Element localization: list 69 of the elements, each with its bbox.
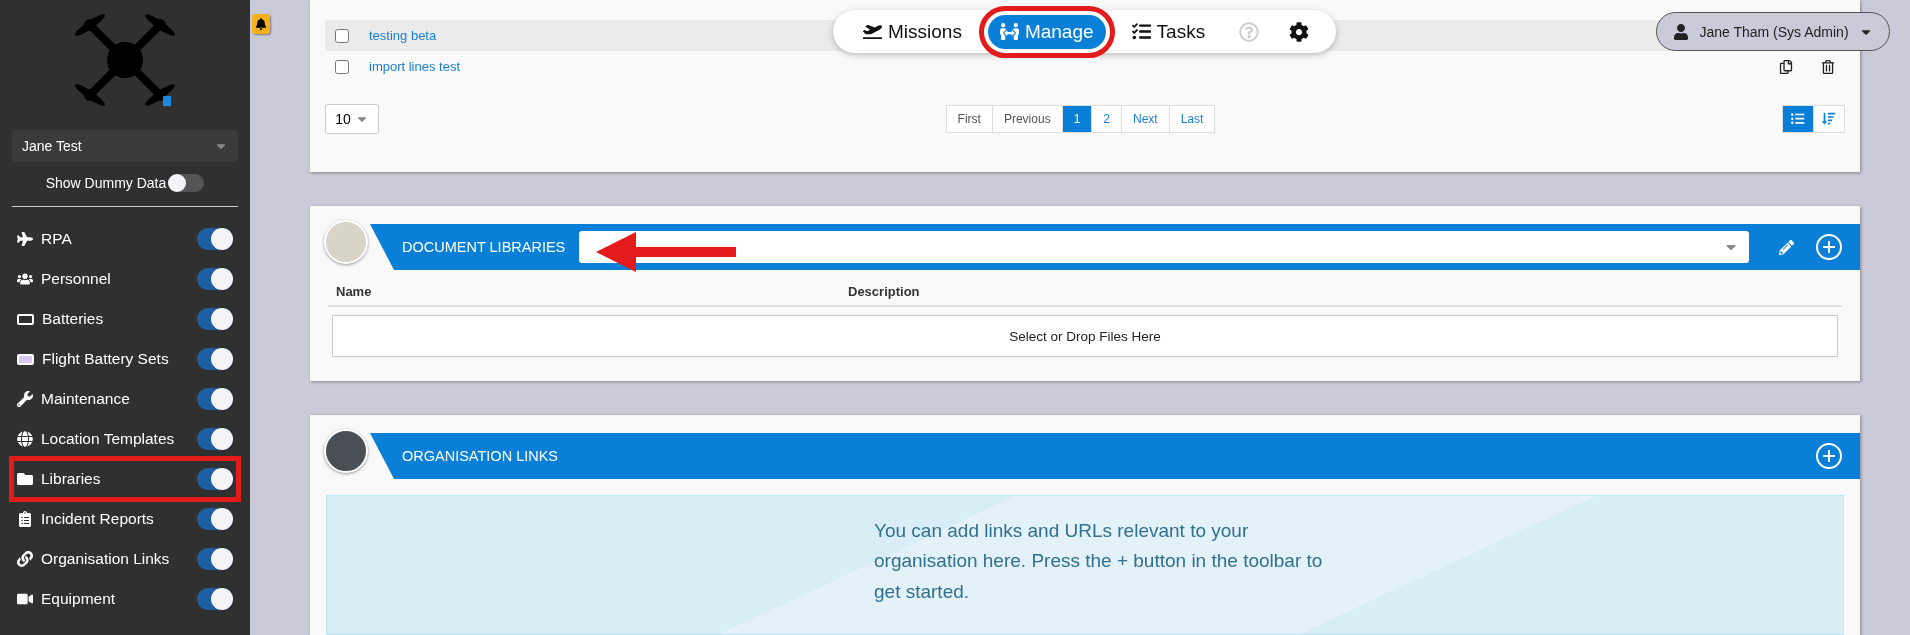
toggle-switch[interactable] xyxy=(197,468,233,490)
toggle-switch[interactable] xyxy=(168,174,205,192)
page-size-select[interactable]: 10 xyxy=(325,104,379,134)
user-menu-button[interactable]: Jane Tham (Sys Admin) xyxy=(1656,12,1890,51)
sidebar-item[interactable]: Flight Battery Sets xyxy=(42,350,189,368)
battery-icon xyxy=(17,353,34,365)
sidebar-item[interactable]: Equipment xyxy=(41,590,189,608)
pagination-button[interactable]: Last xyxy=(1168,105,1216,133)
toggle-switch[interactable] xyxy=(197,548,233,570)
toggle-switch[interactable] xyxy=(197,508,233,530)
photo-placeholder xyxy=(324,220,368,264)
pagination-button[interactable]: First xyxy=(945,105,993,133)
nav-tab[interactable]: Missions xyxy=(851,14,974,49)
card-title: ORGANISATION LINKS xyxy=(402,448,560,464)
menu-icon xyxy=(17,511,33,527)
toggle-switch[interactable] xyxy=(197,348,233,370)
user-icon xyxy=(1673,23,1690,40)
toggle-switch[interactable] xyxy=(197,268,233,290)
item-link[interactable]: testing beta xyxy=(369,28,437,43)
pagination-button[interactable]: Previous xyxy=(991,105,1063,133)
pagination-button[interactable]: Next xyxy=(1121,105,1170,133)
list-view-button[interactable] xyxy=(1782,105,1814,133)
sidebar-item[interactable]: Personnel xyxy=(41,270,189,288)
toggle-switch[interactable] xyxy=(197,388,233,410)
sort-icon xyxy=(1822,112,1836,126)
sidebar-item[interactable]: Incident Reports xyxy=(41,510,189,528)
checklist-icon xyxy=(1131,22,1151,41)
bell-icon[interactable] xyxy=(252,14,270,34)
trash-icon[interactable] xyxy=(1821,59,1835,74)
menu-icon xyxy=(17,231,33,247)
menu-icon xyxy=(17,431,33,447)
column-header: Name xyxy=(336,284,373,299)
pencil-icon[interactable] xyxy=(1779,239,1794,255)
file-dropzone[interactable]: Select or Drop Files Here xyxy=(332,315,1838,357)
sort-view-button[interactable] xyxy=(1813,105,1845,133)
toggle-switch[interactable] xyxy=(197,228,233,250)
sidebar-item[interactable]: Organisation Links xyxy=(41,550,189,568)
row-checkbox[interactable] xyxy=(335,28,349,43)
plus-circle-icon[interactable] xyxy=(1816,234,1842,260)
nav-tab[interactable]: Tasks xyxy=(1119,14,1218,49)
list-icon xyxy=(1791,112,1805,126)
battery-icon xyxy=(17,313,34,325)
card-title: DOCUMENT LIBRARIES xyxy=(402,239,566,255)
info-message: You can add links and URLs relevant to your organisation here. Press the + button in the toolbar to get started. xyxy=(874,519,1324,604)
dummy-data-label: Show Dummy Data xyxy=(45,175,167,191)
menu-icon xyxy=(17,271,33,287)
menu-icon xyxy=(17,551,33,567)
menu-icon xyxy=(17,591,33,607)
photo-placeholder xyxy=(324,429,368,473)
toggle-switch[interactable] xyxy=(197,308,233,330)
sidebar-item[interactable]: Maintenance xyxy=(41,390,189,408)
sidebar-item[interactable]: Batteries xyxy=(42,310,189,328)
column-header: Description xyxy=(848,284,920,299)
toggle-switch[interactable] xyxy=(197,588,233,610)
toggle-switch[interactable] xyxy=(197,428,233,450)
copy-icon[interactable] xyxy=(1779,59,1793,74)
library-select[interactable] xyxy=(579,231,1749,263)
plus-circle-icon[interactable] xyxy=(1816,443,1842,469)
sidebar-item[interactable]: RPA xyxy=(41,230,189,248)
sidebar-item[interactable]: Location Templates xyxy=(41,430,189,448)
pagination-button[interactable]: 2 xyxy=(1091,105,1122,133)
sidebar-item[interactable]: Libraries xyxy=(41,470,189,488)
item-link[interactable]: import lines test xyxy=(369,59,461,74)
plane-icon xyxy=(863,22,882,41)
row-checkbox[interactable] xyxy=(335,59,349,74)
people-icon xyxy=(999,22,1019,41)
account-dropdown[interactable]: Jane Test xyxy=(12,130,238,162)
menu-icon xyxy=(17,391,33,407)
menu-icon xyxy=(17,471,33,487)
